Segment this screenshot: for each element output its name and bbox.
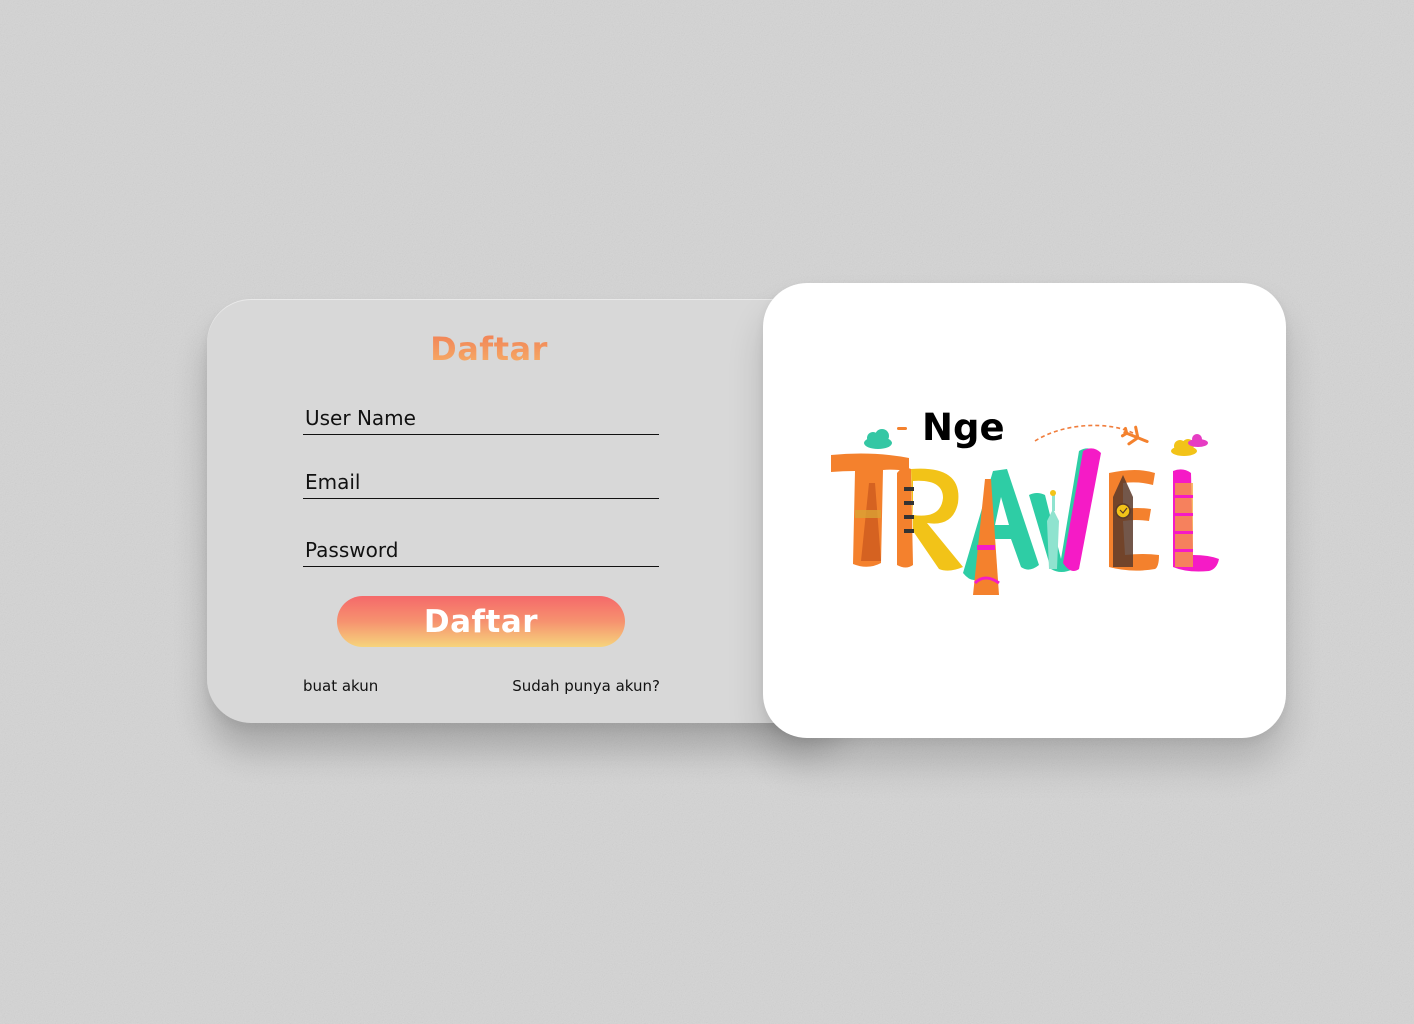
leaning-tower-icon: [1175, 483, 1193, 567]
register-button[interactable]: Daftar: [337, 596, 625, 647]
email-field: [303, 464, 659, 499]
airplane-icon: [1120, 425, 1149, 446]
create-account-link[interactable]: buat akun: [303, 677, 378, 695]
letter-e: [1109, 470, 1159, 571]
statue-of-liberty-icon: [1047, 490, 1059, 569]
letter-a: [963, 469, 1039, 595]
register-form-card: Daftar Daftar buat akun Sudah punya akun…: [207, 299, 847, 723]
form-title: Daftar: [207, 330, 771, 368]
email-input[interactable]: [305, 468, 655, 496]
letter-l: [1173, 469, 1219, 572]
travel-logo: [831, 424, 1219, 595]
password-field: [303, 532, 659, 567]
letter-r: [897, 467, 963, 571]
password-input[interactable]: [305, 536, 655, 564]
username-field: [303, 400, 659, 435]
letter-v: [1029, 448, 1101, 572]
flight-path-decoration: [1034, 424, 1134, 442]
cloud-icon: [1171, 434, 1208, 456]
orange-dash-decoration: [897, 427, 907, 430]
cloud-icon: [864, 429, 892, 449]
logo-card: Nge: [763, 283, 1286, 738]
logo-prefix-text: Nge: [922, 406, 1005, 449]
username-input[interactable]: [305, 404, 655, 432]
have-account-link[interactable]: Sudah punya akun?: [512, 677, 660, 695]
